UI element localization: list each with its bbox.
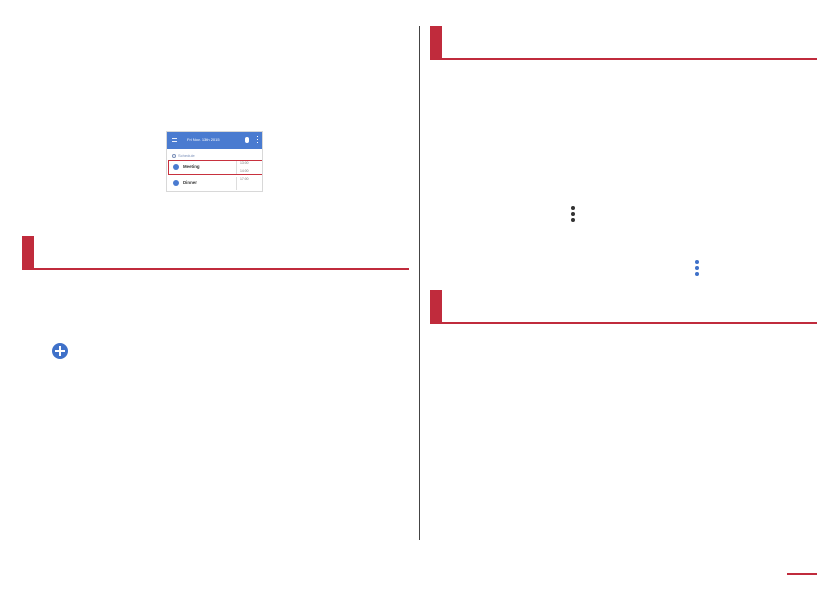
calendar-screenshot: Fri Nov. 13th 2015 Schedule Meeting 13:0… [166, 131, 263, 192]
schedule-label: Schedule [172, 153, 195, 159]
plus-circle-icon [52, 343, 68, 359]
event-title: Dinner [183, 180, 197, 185]
menu-icon[interactable] [172, 138, 177, 142]
section-heading-left [22, 236, 409, 270]
section-heading-right-top [430, 26, 817, 60]
more-vert-icon [571, 206, 575, 222]
more-vert-icon [695, 260, 699, 276]
section-heading-right-bottom [430, 290, 817, 324]
page-marker [787, 573, 817, 575]
app-bar: Fri Nov. 13th 2015 [167, 132, 262, 149]
heading-marker [430, 26, 442, 58]
heading-marker [22, 236, 34, 268]
heading-marker [430, 290, 442, 322]
mic-icon[interactable] [245, 137, 249, 143]
column-divider [419, 26, 420, 540]
event-row-dinner[interactable]: Dinner 17:00 [168, 177, 262, 191]
event-icon [173, 180, 179, 186]
highlight-frame [168, 160, 262, 175]
event-start-time: 17:00 [240, 177, 249, 181]
row-divider [236, 177, 237, 190]
app-bar-date: Fri Nov. 13th 2015 [187, 137, 220, 142]
more-vert-icon[interactable] [257, 136, 258, 144]
